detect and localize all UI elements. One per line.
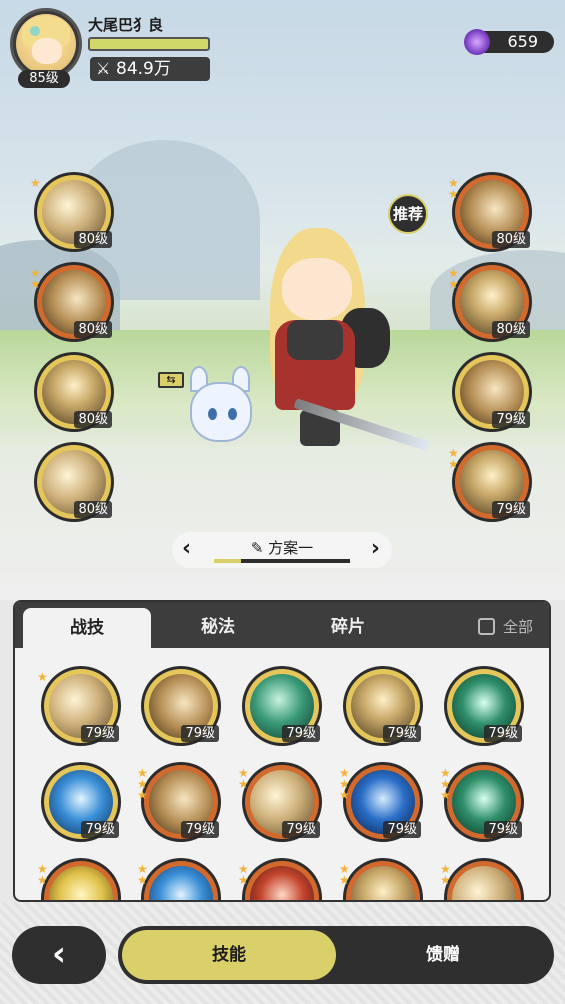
skill-level: 79级 <box>181 821 219 838</box>
tab-gifts[interactable]: 馈赠 <box>338 930 548 980</box>
skill-card[interactable]: ★ 79级 <box>37 666 121 746</box>
skill-level: 80级 <box>74 501 112 518</box>
skill-level: 79级 <box>282 821 320 838</box>
tab-combat-skills[interactable]: 战技 <box>23 608 151 648</box>
equipped-skill-slot-left-4[interactable]: 80级 <box>34 442 114 522</box>
skill-card[interactable]: ★ ★ <box>339 858 423 900</box>
skill-level: 80级 <box>492 231 530 248</box>
equipped-skill-slot-left-1[interactable]: ★ 80级 <box>30 172 114 252</box>
plan-label: ✎ 方案一 <box>172 537 392 558</box>
skill-level: 79级 <box>81 725 119 742</box>
star-icon: ★ ★ <box>238 862 249 887</box>
star-icon: ★ ★ ★ <box>440 766 451 802</box>
tab-secret-arts[interactable]: 秘法 <box>158 602 278 648</box>
swap-pet-icon[interactable]: ⇆ <box>158 372 184 388</box>
skill-card[interactable]: ★ ★ ★ 79级 <box>339 762 423 842</box>
skill-card[interactable]: 79级 <box>242 666 322 746</box>
star-icon: ★ ★ <box>30 266 41 291</box>
tab-skills[interactable]: 技能 <box>122 930 336 980</box>
star-icon: ★ <box>37 670 48 684</box>
plan-name: 方案一 <box>268 539 314 557</box>
avatar[interactable] <box>16 14 76 74</box>
star-icon: ★ ★ <box>339 862 350 887</box>
equipped-skill-slot-left-2[interactable]: ★ ★ 80级 <box>30 262 114 342</box>
experience-bar <box>88 37 210 51</box>
skill-level: 79级 <box>484 725 522 742</box>
skill-panel: 战技 秘法 碎片 全部 ★ 79级 79级 79级 79级 79级 79级 ★ ★… <box>13 600 551 902</box>
combat-power: ⚔ 84.9万 <box>90 57 210 81</box>
skill-level: 79级 <box>81 821 119 838</box>
star-icon: ★ ★ <box>238 766 249 791</box>
skill-card[interactable]: ★ ★ <box>440 858 524 900</box>
plan-selector: ‹ ✎ 方案一 › <box>172 532 392 568</box>
star-icon: ★ <box>30 176 41 190</box>
skill-tabs: 战技 秘法 碎片 全部 <box>15 602 549 648</box>
skill-card[interactable]: ★ ★ ★ 79级 <box>137 762 221 842</box>
pet-companion[interactable] <box>180 362 260 452</box>
checkbox-icon[interactable] <box>477 618 495 635</box>
skill-card[interactable]: ★ ★ <box>137 858 221 900</box>
gem-count: 659 <box>507 32 538 51</box>
skill-level: 80级 <box>74 411 112 428</box>
select-all-label: 全部 <box>502 618 533 636</box>
star-icon: ★ ★ <box>448 176 459 201</box>
select-all-toggle[interactable]: 全部 <box>477 616 533 637</box>
pencil-icon[interactable]: ✎ <box>251 539 264 557</box>
equipped-skill-slot-left-3[interactable]: 80级 <box>34 352 114 432</box>
skill-level: 80级 <box>492 321 530 338</box>
skill-card[interactable]: 79级 <box>343 666 423 746</box>
skill-level: 79级 <box>492 501 530 518</box>
tab-fragments[interactable]: 碎片 <box>288 602 408 648</box>
skill-level: 80级 <box>74 231 112 248</box>
equipped-skill-slot-right-2[interactable]: ★ ★ 80级 <box>448 262 532 342</box>
chevron-right-icon[interactable]: › <box>371 536 380 561</box>
star-icon: ★ ★ <box>137 862 148 887</box>
skill-card[interactable]: ★ ★ ★ 79级 <box>440 762 524 842</box>
skill-level: 79级 <box>492 411 530 428</box>
skill-card[interactable]: 79级 <box>444 666 524 746</box>
skill-card[interactable]: 79级 <box>41 762 121 842</box>
star-icon: ★ ★ ★ <box>137 766 148 802</box>
skill-level: 79级 <box>383 821 421 838</box>
chevron-left-icon: ‹ <box>51 934 66 974</box>
hero-character <box>255 228 430 452</box>
skill-card[interactable]: ★ ★ <box>238 858 322 900</box>
combat-power-value: 84.9万 <box>116 59 171 79</box>
skill-level: 79级 <box>282 725 320 742</box>
star-icon: ★ ★ <box>448 266 459 291</box>
star-icon: ★ ★ <box>448 446 459 471</box>
crossed-swords-icon: ⚔ <box>96 59 111 78</box>
skill-card[interactable]: ★ ★ <box>37 858 121 900</box>
star-icon: ★ ★ <box>37 862 48 887</box>
player-name: 大尾巴犭良 <box>88 16 164 34</box>
purple-crystal-icon <box>464 29 490 55</box>
equipped-skill-slot-right-4[interactable]: ★ ★ 79级 <box>448 442 532 522</box>
skill-level: 79级 <box>484 821 522 838</box>
skill-card[interactable]: ★ ★ 79级 <box>238 762 322 842</box>
plan-progress-bar <box>214 559 350 563</box>
equipped-skill-slot-right-3[interactable]: 79级 <box>452 352 532 432</box>
skill-level: 79级 <box>383 725 421 742</box>
star-icon: ★ ★ ★ <box>339 766 350 802</box>
back-button[interactable]: ‹ <box>12 926 106 984</box>
player-level: 85级 <box>18 70 70 88</box>
skill-level: 79级 <box>181 725 219 742</box>
star-icon: ★ ★ <box>440 862 451 887</box>
skill-level: 80级 <box>74 321 112 338</box>
skill-card[interactable]: 79级 <box>141 666 221 746</box>
equipped-skill-slot-right-1[interactable]: ★ ★ 80级 <box>448 172 532 252</box>
